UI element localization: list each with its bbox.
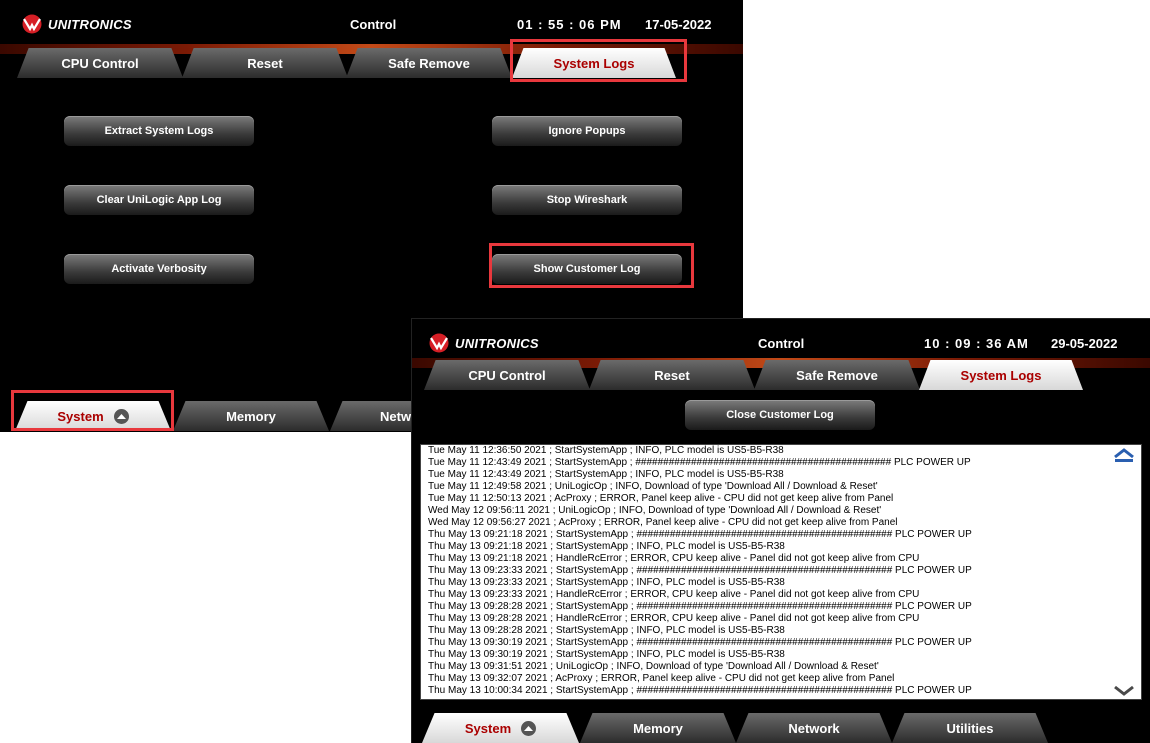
log-line: Tue May 11 12:36:50 2021 ; StartSystemAp… [428, 445, 784, 456]
log-line: Wed May 12 09:56:11 2021 ; UniLogicOp ; … [428, 505, 882, 516]
tab-cpu-control[interactable]: CPU Control [424, 360, 590, 390]
log-line: Tue May 11 12:43:49 2021 ; StartSystemAp… [428, 469, 784, 480]
log-line: Thu May 13 09:21:18 2021 ; StartSystemAp… [428, 541, 785, 552]
log-line: Thu May 13 09:28:28 2021 ; StartSystemAp… [428, 601, 972, 612]
log-line: Wed May 12 09:56:27 2021 ; AcProxy ; ERR… [428, 517, 898, 528]
unitronics-logo: UNITRONICS [427, 333, 539, 353]
tab-reset[interactable]: Reset [589, 360, 755, 390]
log-line: Thu May 13 09:23:33 2021 ; StartSystemAp… [428, 577, 785, 588]
tab-cpu-control[interactable]: CPU Control [17, 48, 183, 78]
ignore-popups-button[interactable]: Ignore Popups [492, 116, 682, 146]
highlight-system-logs-tab [510, 39, 687, 82]
log-line: Tue May 11 12:43:49 2021 ; StartSystemAp… [428, 457, 971, 468]
clock-date: 17-05-2022 [645, 17, 712, 32]
log-line: Thu May 13 09:23:33 2021 ; StartSystemAp… [428, 565, 972, 576]
extract-system-logs-button[interactable]: Extract System Logs [64, 116, 254, 146]
customer-log-view[interactable]: Tue May 11 12:36:50 2021 ; StartSystemAp… [420, 444, 1142, 700]
highlight-show-customer-log [489, 243, 694, 288]
log-line: Thu May 13 09:21:18 2021 ; StartSystemAp… [428, 529, 972, 540]
unitronics-logo-icon [429, 333, 449, 353]
log-line: Thu May 13 09:32:07 2021 ; AcProxy ; ERR… [428, 673, 895, 684]
stop-wireshark-button[interactable]: Stop Wireshark [492, 185, 682, 215]
bottom-tab-system[interactable]: System [422, 713, 579, 743]
chevron-up-icon [521, 720, 537, 736]
scroll-up-icon[interactable] [1113, 447, 1135, 465]
close-customer-log-button[interactable]: Close Customer Log [685, 400, 875, 430]
tab-system-logs[interactable]: System Logs [919, 360, 1083, 390]
screen-title: Control [758, 336, 805, 351]
unitronics-logo-icon [22, 14, 42, 34]
scroll-down-icon[interactable] [1113, 683, 1135, 697]
log-line: Thu May 13 09:21:18 2021 ; HandleRcError… [428, 553, 920, 564]
bottom-tab-memory[interactable]: Memory [580, 713, 736, 743]
bottom-tab-memory[interactable]: Memory [173, 401, 329, 431]
unitronics-logo: UNITRONICS [20, 14, 132, 34]
log-line: Thu May 13 09:28:28 2021 ; HandleRcError… [428, 613, 920, 624]
log-line: Thu May 13 09:31:51 2021 ; UniLogicOp ; … [428, 661, 879, 672]
tab-reset[interactable]: Reset [182, 48, 348, 78]
log-line: Thu May 13 09:28:28 2021 ; StartSystemAp… [428, 625, 785, 636]
clock-time: 01 : 55 : 06 PM [517, 17, 622, 32]
brand-name: UNITRONICS [455, 335, 539, 351]
log-line: Thu May 13 09:30:19 2021 ; StartSystemAp… [428, 649, 785, 660]
bottom-tab-system-label: System [464, 720, 512, 736]
brand-name: UNITRONICS [48, 16, 132, 32]
clear-unilogic-app-log-button[interactable]: Clear UniLogic App Log [64, 185, 254, 215]
tab-safe-remove[interactable]: Safe Remove [346, 48, 512, 78]
log-line: Thu May 13 09:30:19 2021 ; StartSystemAp… [428, 637, 972, 648]
activate-verbosity-button[interactable]: Activate Verbosity [64, 254, 254, 284]
clock-date: 29-05-2022 [1051, 336, 1118, 351]
log-line: Thu May 13 09:23:33 2021 ; HandleRcError… [428, 589, 920, 600]
highlight-system-tab [11, 390, 174, 431]
bottom-tab-network[interactable]: Network [736, 713, 892, 743]
log-line: Thu May 13 10:00:34 2021 ; StartSystemAp… [428, 685, 972, 696]
tab-safe-remove[interactable]: Safe Remove [754, 360, 920, 390]
bottom-tab-utilities[interactable]: Utilities [892, 713, 1048, 743]
screen-title: Control [350, 17, 397, 32]
log-line: Tue May 11 12:50:13 2021 ; AcProxy ; ERR… [428, 493, 894, 504]
log-line: Tue May 11 12:49:58 2021 ; UniLogicOp ; … [428, 481, 878, 492]
hmi-screen-customer-log: UNITRONICS Control 10 : 09 : 36 AM 29-05… [411, 318, 1150, 743]
log-lines: Tue May 11 12:36:50 2021 ; StartSystemAp… [428, 445, 1088, 697]
clock-time: 10 : 09 : 36 AM [924, 336, 1029, 351]
